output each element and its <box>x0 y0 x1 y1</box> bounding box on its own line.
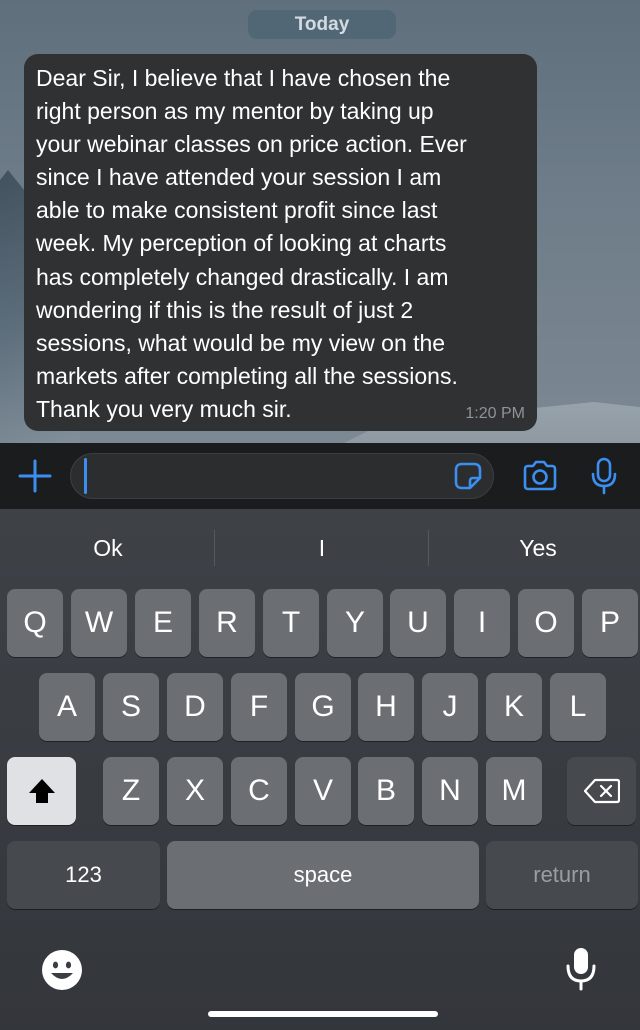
key-h[interactable]: H <box>358 673 414 741</box>
home-indicator[interactable] <box>208 1011 438 1017</box>
suggestion-i[interactable]: I <box>222 528 422 568</box>
message-line: right person as my mentor by taking up <box>36 98 434 125</box>
emoji-icon <box>42 950 82 990</box>
key-l[interactable]: L <box>550 673 606 741</box>
key-e[interactable]: E <box>135 589 191 657</box>
message-line: sessions, what would be my view on the <box>36 329 446 356</box>
suggestion-yes[interactable]: Yes <box>438 528 638 568</box>
shift-icon <box>28 779 55 803</box>
key-r[interactable]: R <box>199 589 255 657</box>
sticker-button[interactable] <box>452 460 484 492</box>
return-key[interactable]: return <box>486 841 638 909</box>
dictation-button[interactable] <box>563 945 599 993</box>
suggestion-divider <box>214 530 215 566</box>
date-separator: Today <box>248 10 396 39</box>
voice-message-button[interactable] <box>588 456 620 496</box>
message-input[interactable] <box>70 453 494 499</box>
key-d[interactable]: D <box>167 673 223 741</box>
key-i[interactable]: I <box>454 589 510 657</box>
key-a[interactable]: A <box>39 673 95 741</box>
key-j[interactable]: J <box>422 673 478 741</box>
message-line: Thank you very much sir. <box>36 395 292 422</box>
dictation-mic-icon <box>566 948 596 991</box>
attach-button[interactable] <box>17 458 53 494</box>
sticker-icon <box>454 462 482 490</box>
key-c[interactable]: C <box>231 757 287 825</box>
message-line: wondering if this is the result of just … <box>36 296 414 323</box>
key-o[interactable]: O <box>518 589 574 657</box>
suggestion-ok[interactable]: Ok <box>8 528 208 568</box>
message-bubble[interactable]: Dear Sir, I believe that I have chosen t… <box>24 54 537 431</box>
message-text: Dear Sir, I believe that I have chosen t… <box>36 62 525 426</box>
message-line: your webinar classes on price action. Ev… <box>36 131 467 158</box>
key-w[interactable]: W <box>71 589 127 657</box>
key-p[interactable]: P <box>582 589 638 657</box>
camera-button[interactable] <box>521 458 559 494</box>
key-u[interactable]: U <box>390 589 446 657</box>
message-line: has completely changed drastically. I am <box>36 263 449 290</box>
key-x[interactable]: X <box>167 757 223 825</box>
key-n[interactable]: N <box>422 757 478 825</box>
key-s[interactable]: S <box>103 673 159 741</box>
text-cursor <box>84 458 87 494</box>
numbers-key[interactable]: 123 <box>7 841 160 909</box>
key-f[interactable]: F <box>231 673 287 741</box>
message-line: markets after completing all the session… <box>36 362 458 389</box>
plus-icon <box>18 459 52 493</box>
key-g[interactable]: G <box>295 673 351 741</box>
backspace-key[interactable] <box>567 757 636 825</box>
key-q[interactable]: Q <box>7 589 63 657</box>
space-key[interactable]: space <box>167 841 479 909</box>
message-line: Dear Sir, I believe that I have chosen t… <box>36 65 451 91</box>
key-v[interactable]: V <box>295 757 351 825</box>
key-z[interactable]: Z <box>103 757 159 825</box>
microphone-icon <box>591 457 617 495</box>
backspace-icon <box>583 778 620 804</box>
camera-icon <box>523 460 557 491</box>
suggestion-divider <box>428 530 429 566</box>
key-y[interactable]: Y <box>327 589 383 657</box>
key-t[interactable]: T <box>263 589 319 657</box>
emoji-button[interactable] <box>40 948 84 992</box>
key-k[interactable]: K <box>486 673 542 741</box>
key-b[interactable]: B <box>358 757 414 825</box>
message-line: able to make consistent profit since las… <box>36 197 438 224</box>
key-m[interactable]: M <box>486 757 542 825</box>
shift-key[interactable] <box>7 757 76 825</box>
message-line: since I have attended your session I am <box>36 164 442 191</box>
message-line: week. My perception of looking at charts <box>36 230 447 257</box>
message-timestamp: 1:20 PM <box>465 405 525 422</box>
